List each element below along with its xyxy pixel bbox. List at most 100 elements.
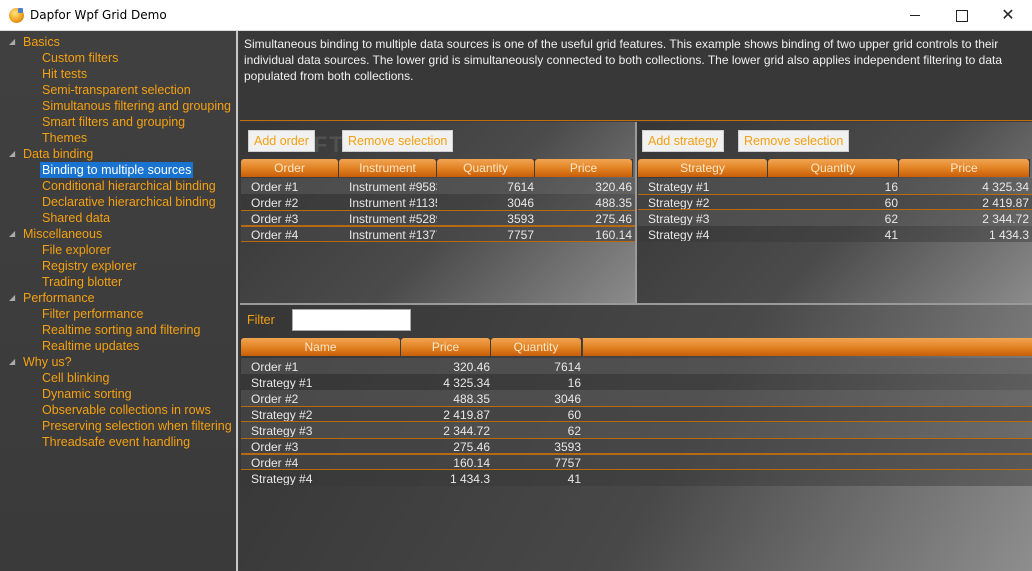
tree-item-threadsafe-event-handling[interactable]: Threadsafe event handling: [42, 434, 190, 450]
orders-cell-quantity: 3046: [507, 196, 534, 209]
orders-table-row[interactable]: Order #2 Instrument #1135 3046 488.35: [241, 194, 635, 210]
strategies-table-row[interactable]: Strategy #3 62 2 344.72: [638, 210, 1032, 226]
tree-group-miscellaneous[interactable]: Miscellaneous: [23, 226, 102, 242]
combined-table-row[interactable]: Strategy #4 1 434.3 41: [241, 470, 1032, 486]
tree-item-observable-collections-in-rows[interactable]: Observable collections in rows: [42, 402, 211, 418]
combined-table-row[interactable]: Strategy #3 2 344.72 62: [241, 422, 1032, 438]
orders-cell-order: Order #1: [251, 180, 299, 193]
lower-grid-header-filler: [583, 338, 1032, 356]
tree-item-custom-filters[interactable]: Custom filters: [42, 50, 118, 66]
tree-item-themes[interactable]: Themes: [42, 130, 87, 146]
combined-column-header-price[interactable]: Price: [401, 338, 490, 356]
tree-item-trading-blotter[interactable]: Trading blotter: [42, 274, 122, 290]
orders-table-row[interactable]: Order #4 Instrument #1377 7757 160.14: [241, 226, 635, 242]
combined-cell-name: Order #4: [251, 456, 299, 469]
tree-expander-icon[interactable]: ◢: [9, 146, 19, 162]
combined-cell-name: Strategy #4: [251, 472, 313, 485]
combined-column-header-name[interactable]: Name: [241, 338, 400, 356]
combined-cell-price: 4 325.34: [443, 376, 490, 389]
orders-cell-price: 488.35: [595, 196, 632, 209]
vertical-splitter[interactable]: [635, 122, 637, 303]
combined-grid: Order #1 320.46 7614 Strategy #1 4 325.34 16 O…: [241, 358, 1032, 486]
combined-table-row[interactable]: Order #3 275.46 3593: [241, 438, 1032, 454]
orders-cell-quantity: 7757: [507, 228, 534, 241]
strategies-table-row[interactable]: Strategy #1 16 4 325.34: [638, 178, 1032, 194]
orders-cell-price: 275.46: [595, 212, 632, 225]
combined-table-row[interactable]: Order #1 320.46 7614: [241, 358, 1032, 374]
strategies-cell-quantity: 60: [884, 196, 898, 209]
combined-cell-price: 2 344.72: [443, 424, 490, 437]
tree-item-binding-to-multiple-sources[interactable]: Binding to multiple sources: [40, 162, 194, 178]
tree-item-simultanous-filtering-and-grouping[interactable]: Simultanous filtering and grouping: [42, 98, 231, 114]
remove-order-selection-button[interactable]: Remove selection: [342, 130, 454, 152]
tree-item-realtime-updates[interactable]: Realtime updates: [42, 338, 139, 354]
combined-cell-price: 488.35: [453, 392, 490, 405]
orders-column-header-instrument[interactable]: Instrument: [339, 159, 436, 177]
tree-expander-icon[interactable]: ◢: [9, 354, 19, 370]
filter-input[interactable]: [292, 309, 411, 331]
combined-cell-name: Order #3: [251, 440, 299, 453]
tree-item-file-explorer[interactable]: File explorer: [42, 242, 111, 258]
combined-cell-quantity: 60: [567, 408, 581, 421]
strategies-cell-price: 4 325.34: [982, 180, 1029, 193]
tree-item-registry-explorer[interactable]: Registry explorer: [42, 258, 136, 274]
tree-item-dynamic-sorting[interactable]: Dynamic sorting: [42, 386, 132, 402]
tree-item-hit-tests[interactable]: Hit tests: [42, 66, 87, 82]
strategies-column-header-strategy[interactable]: Strategy: [638, 159, 767, 177]
orders-table-row[interactable]: Order #3 Instrument #5289 3593 275.46: [241, 210, 635, 226]
strategies-cell-price: 2 419.87: [982, 196, 1029, 209]
combined-cell-name: Order #1: [251, 360, 299, 373]
combined-table-row[interactable]: Order #4 160.14 7757: [241, 454, 1032, 470]
tree-group-basics[interactable]: Basics: [23, 34, 60, 50]
strategies-grid: Strategy #1 16 4 325.34 Strategy #2 60 2 419.…: [638, 178, 1032, 242]
combined-cell-name: Strategy #3: [251, 424, 313, 437]
tree-item-shared-data[interactable]: Shared data: [42, 210, 110, 226]
tree-item-preserving-selection-when-filtering[interactable]: Preserving selection when filtering: [42, 418, 232, 434]
combined-table-row[interactable]: Strategy #1 4 325.34 16: [241, 374, 1032, 390]
combined-table-row[interactable]: Order #2 488.35 3046: [241, 390, 1032, 406]
tree-group-why-us[interactable]: Why us?: [23, 354, 72, 370]
add-strategy-button[interactable]: Add strategy: [642, 130, 725, 152]
combined-cell-name: Strategy #2: [251, 408, 313, 421]
combined-cell-name: Strategy #1: [251, 376, 313, 389]
maximize-button[interactable]: [938, 0, 984, 30]
add-order-button[interactable]: Add order: [248, 130, 315, 152]
minimize-button[interactable]: [892, 0, 938, 30]
combined-cell-price: 2 419.87: [443, 408, 490, 421]
strategies-column-header-quantity[interactable]: Quantity: [768, 159, 898, 177]
tree-expander-icon[interactable]: ◢: [9, 226, 19, 242]
orders-column-header-order[interactable]: Order: [241, 159, 338, 177]
tree-item-semi-transparent-selection[interactable]: Semi-transparent selection: [42, 82, 191, 98]
tree-expander-icon[interactable]: ◢: [9, 34, 19, 50]
orders-cell-price: 160.14: [595, 228, 632, 241]
tree-expander-icon[interactable]: ◢: [9, 290, 19, 306]
tree-item-conditional-hierarchical-binding[interactable]: Conditional hierarchical binding: [42, 178, 216, 194]
strategies-table-row[interactable]: Strategy #2 60 2 419.87: [638, 194, 1032, 210]
description-text: Simultaneous binding to multiple data so…: [240, 31, 1032, 121]
strategies-cell-strategy: Strategy #2: [648, 196, 710, 209]
strategies-column-header-price[interactable]: Price: [899, 159, 1029, 177]
tree-item-smart-filters-and-grouping[interactable]: Smart filters and grouping: [42, 114, 185, 130]
strategies-table-row[interactable]: Strategy #4 41 1 434.3: [638, 226, 1032, 242]
tree-item-declarative-hierarchical-binding[interactable]: Declarative hierarchical binding: [42, 194, 216, 210]
window-title: Dapfor Wpf Grid Demo: [30, 8, 167, 22]
orders-cell-quantity: 7614: [507, 180, 534, 193]
strategies-cell-quantity: 16: [884, 180, 898, 193]
strategies-cell-strategy: Strategy #4: [648, 228, 710, 241]
remove-strategy-selection-button[interactable]: Remove selection: [738, 130, 850, 152]
tree-item-realtime-sorting-and-filtering[interactable]: Realtime sorting and filtering: [42, 322, 200, 338]
orders-column-header-quantity[interactable]: Quantity: [437, 159, 534, 177]
combined-table-row[interactable]: Strategy #2 2 419.87 60: [241, 406, 1032, 422]
orders-grid: Order #1 Instrument #9583 7614 320.46 Order …: [241, 178, 635, 242]
orders-table-row[interactable]: Order #1 Instrument #9583 7614 320.46: [241, 178, 635, 194]
tree-item-filter-performance[interactable]: Filter performance: [42, 306, 143, 322]
combined-cell-price: 320.46: [453, 360, 490, 373]
combined-cell-price: 1 434.3: [449, 472, 490, 485]
combined-column-header-quantity[interactable]: Quantity: [491, 338, 581, 356]
orders-cell-quantity: 3593: [507, 212, 534, 225]
tree-item-cell-blinking[interactable]: Cell blinking: [42, 370, 109, 386]
orders-column-header-price[interactable]: Price: [535, 159, 632, 177]
close-button[interactable]: ✕: [985, 0, 1031, 30]
tree-group-data-binding[interactable]: Data binding: [23, 146, 93, 162]
tree-group-performance[interactable]: Performance: [23, 290, 95, 306]
